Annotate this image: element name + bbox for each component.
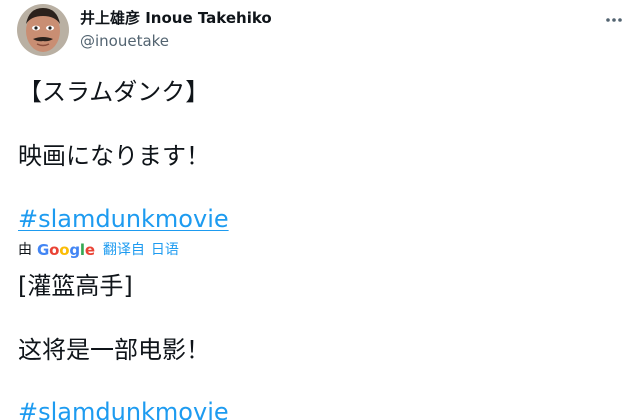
translation-attribution: 由 Google 翻译自 日语 <box>18 241 179 259</box>
google-logo: Google <box>37 241 95 259</box>
more-options-button[interactable] <box>602 8 626 32</box>
author-info: 井上雄彦 Inoue Takehiko @inouetake <box>80 8 272 51</box>
tweet-text-line-1: 【スラムダンク】 <box>18 78 210 106</box>
translated-hashtag-link[interactable]: #slamdunkmovie <box>18 396 229 420</box>
tweet: 井上雄彦 Inoue Takehiko @inouetake 【スラムダンク】 … <box>0 0 640 420</box>
hashtag-link[interactable]: #slamdunkmovie <box>18 203 229 235</box>
source-language-link[interactable]: 日语 <box>151 241 179 259</box>
tweet-text-line-2: 映画になります！ <box>18 142 210 170</box>
translated-text-line-1: [灌篮高手] <box>18 272 133 300</box>
more-horizontal-icon <box>606 18 622 22</box>
author-display-name[interactable]: 井上雄彦 Inoue Takehiko <box>80 8 272 28</box>
author-avatar[interactable] <box>17 4 69 56</box>
translated-from-link[interactable]: 翻译自 <box>103 241 145 259</box>
author-handle[interactable]: @inouetake <box>80 31 272 51</box>
translated-text-line-2: 这将是一部电影！ <box>18 336 210 364</box>
translation-by-label: 由 <box>18 242 32 258</box>
